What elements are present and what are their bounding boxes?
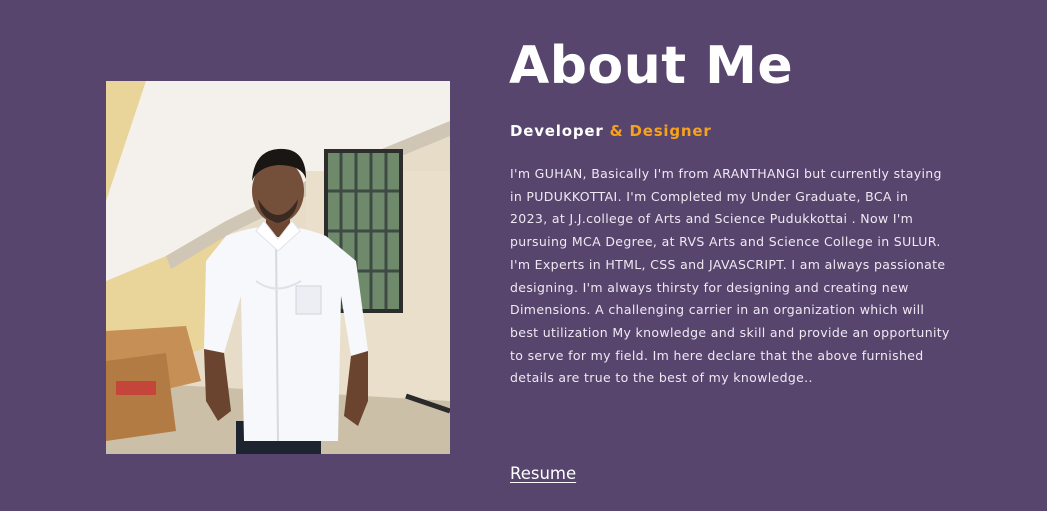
profile-photo <box>106 81 450 454</box>
about-section: About Me Developer & Designer I'm GUHAN,… <box>0 0 1047 511</box>
bio-paragraph: I'm GUHAN, Basically I'm from ARANTHANGI… <box>510 166 950 386</box>
resume-link[interactable]: Resume <box>510 464 576 483</box>
role-developer: Developer <box>510 122 604 140</box>
role-designer: & Designer <box>609 122 712 140</box>
page-title: About Me <box>509 36 794 96</box>
role-subtitle: Developer & Designer <box>510 122 712 140</box>
